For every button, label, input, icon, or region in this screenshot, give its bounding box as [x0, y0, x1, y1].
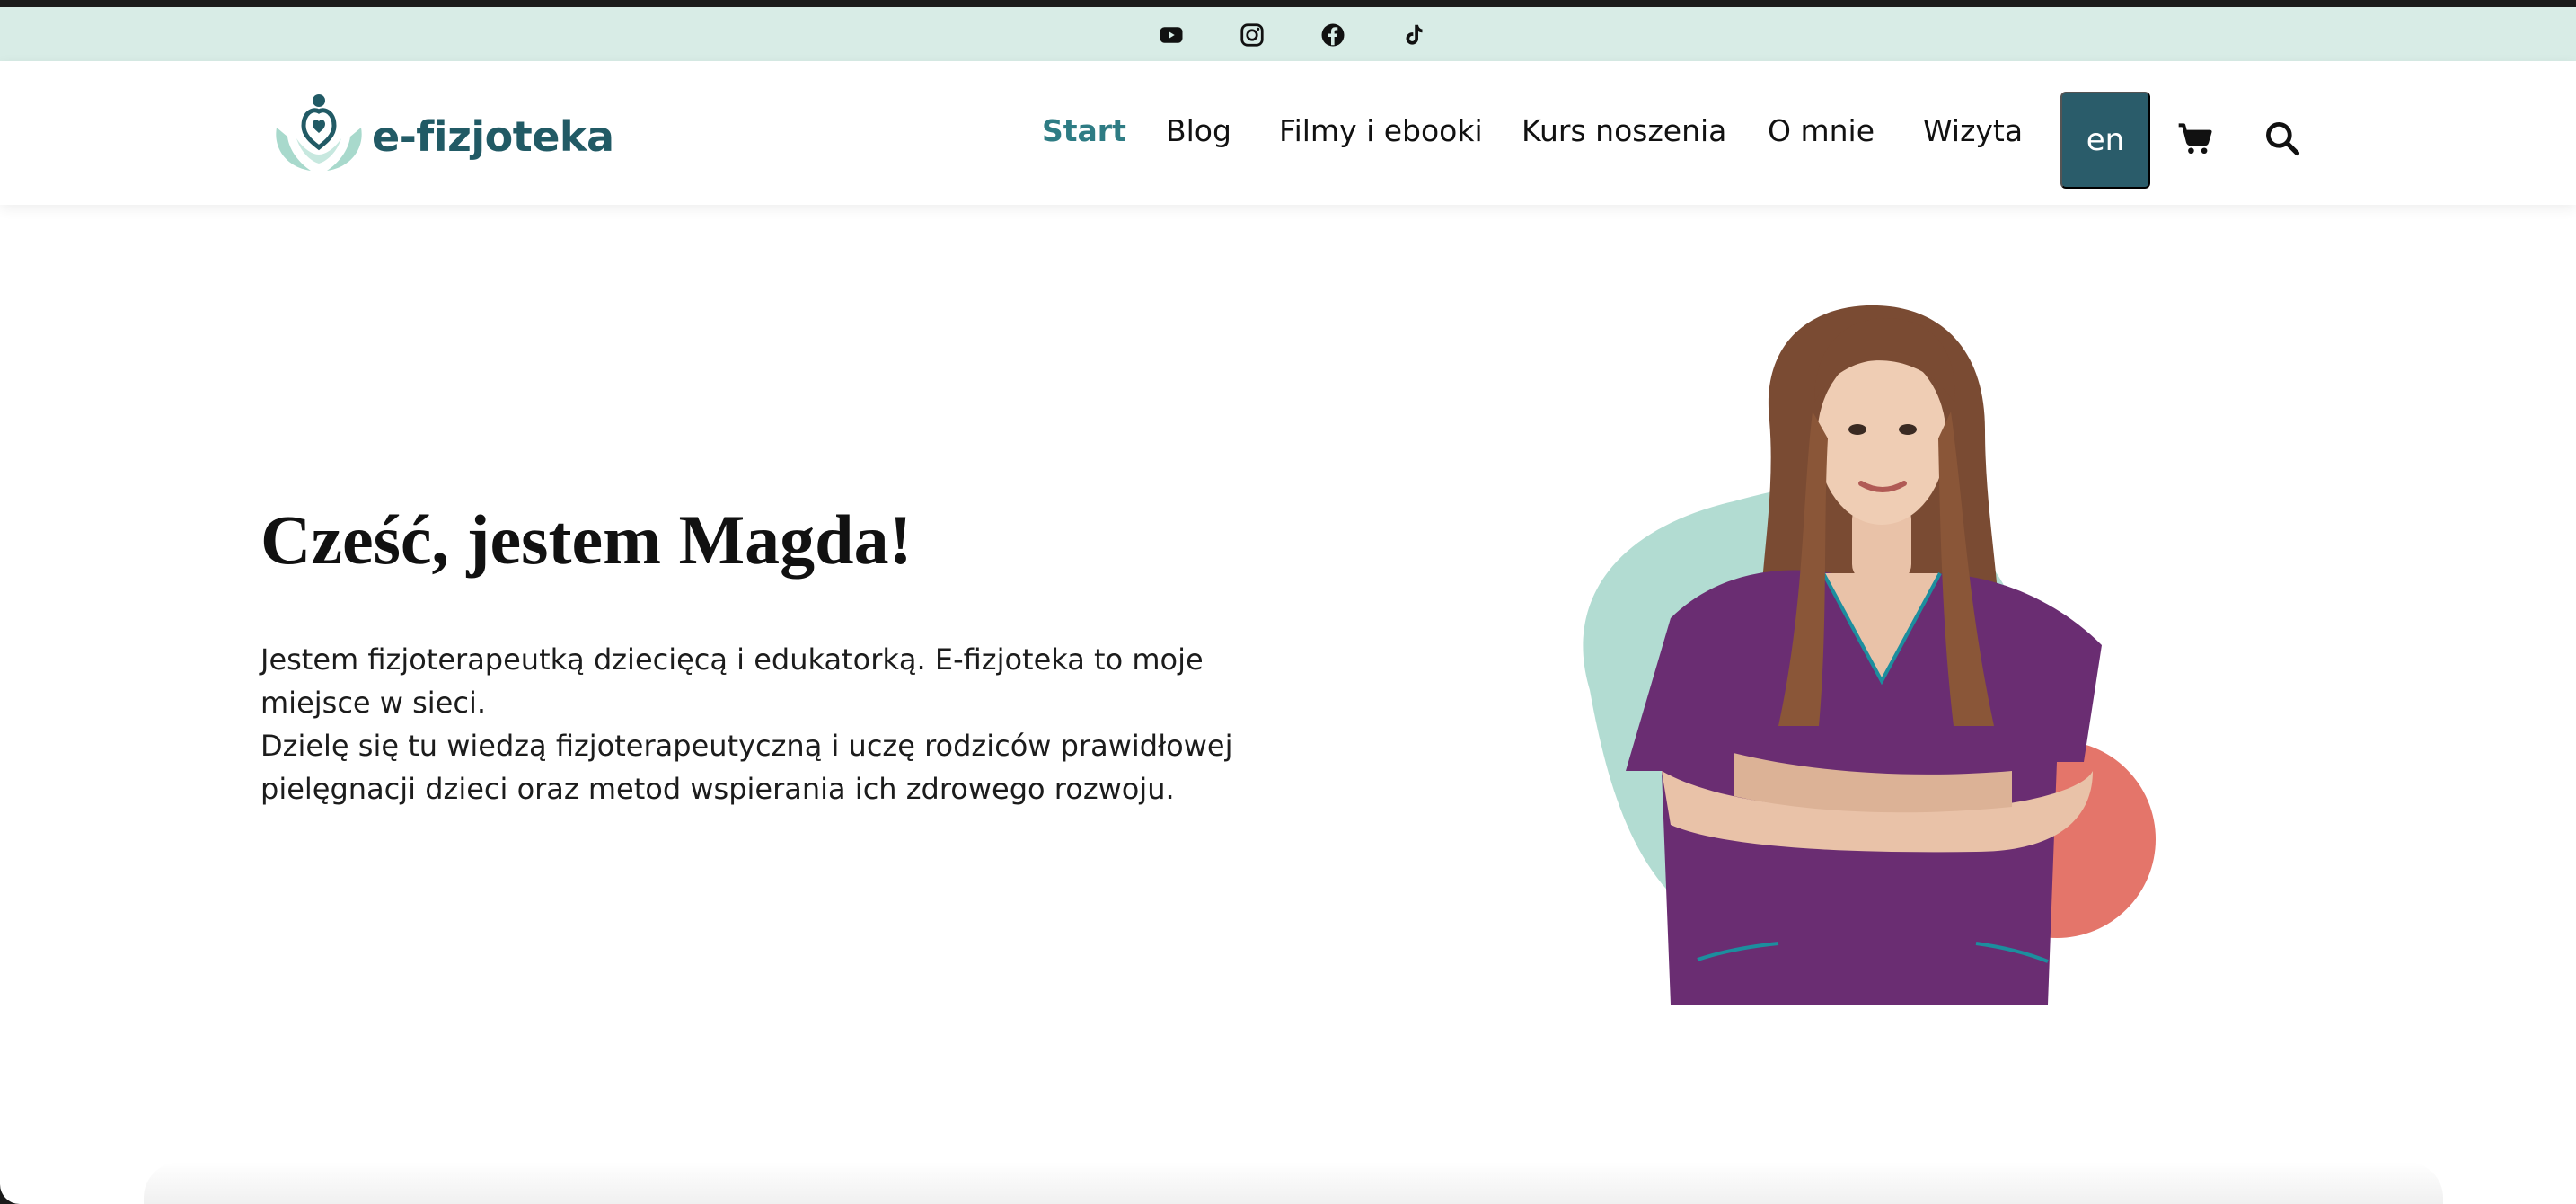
hero-portrait	[1509, 304, 2174, 1005]
page: e-fizjoteka Start Blog Filmy i ebooki Ku…	[0, 7, 2576, 1204]
site-header: e-fizjoteka Start Blog Filmy i ebooki Ku…	[0, 61, 2576, 205]
cart-icon[interactable]	[2175, 119, 2215, 158]
nav-filmy-i-ebooki[interactable]: Filmy i ebooki	[1279, 110, 1483, 153]
hero-title: Cześć, jestem Magda!	[260, 500, 913, 579]
facebook-icon[interactable]	[1318, 20, 1348, 50]
youtube-icon[interactable]	[1156, 20, 1187, 50]
social-bar	[0, 7, 2576, 61]
language-switch-button[interactable]: en	[2060, 92, 2150, 189]
hero-description: Jestem fizjoterapeutką dziecięcą i eduka…	[260, 638, 1266, 810]
nav-wizyta[interactable]: Wizyta	[1923, 110, 2023, 153]
hero-paragraph-2: Dzielę się tu wiedzą fizjoterapeutyczną …	[260, 729, 1233, 806]
logo-hands-heart-icon	[276, 94, 362, 171]
nav-o-mnie[interactable]: O mnie	[1768, 110, 1875, 153]
logo-text: e-fizjoteka	[372, 112, 614, 161]
search-icon[interactable]	[2263, 119, 2302, 158]
hero-paragraph-1: Jestem fizjoterapeutką dziecięcą i eduka…	[260, 642, 1204, 720]
section-divider-shadow	[144, 1162, 2443, 1204]
instagram-icon[interactable]	[1237, 20, 1267, 50]
nav-blog[interactable]: Blog	[1166, 110, 1231, 153]
tiktok-icon[interactable]	[1398, 20, 1429, 50]
logo[interactable]: e-fizjoteka	[269, 92, 614, 174]
nav-start[interactable]: Start	[1042, 110, 1126, 153]
nav-kurs-noszenia[interactable]: Kurs noszenia	[1522, 110, 1726, 153]
